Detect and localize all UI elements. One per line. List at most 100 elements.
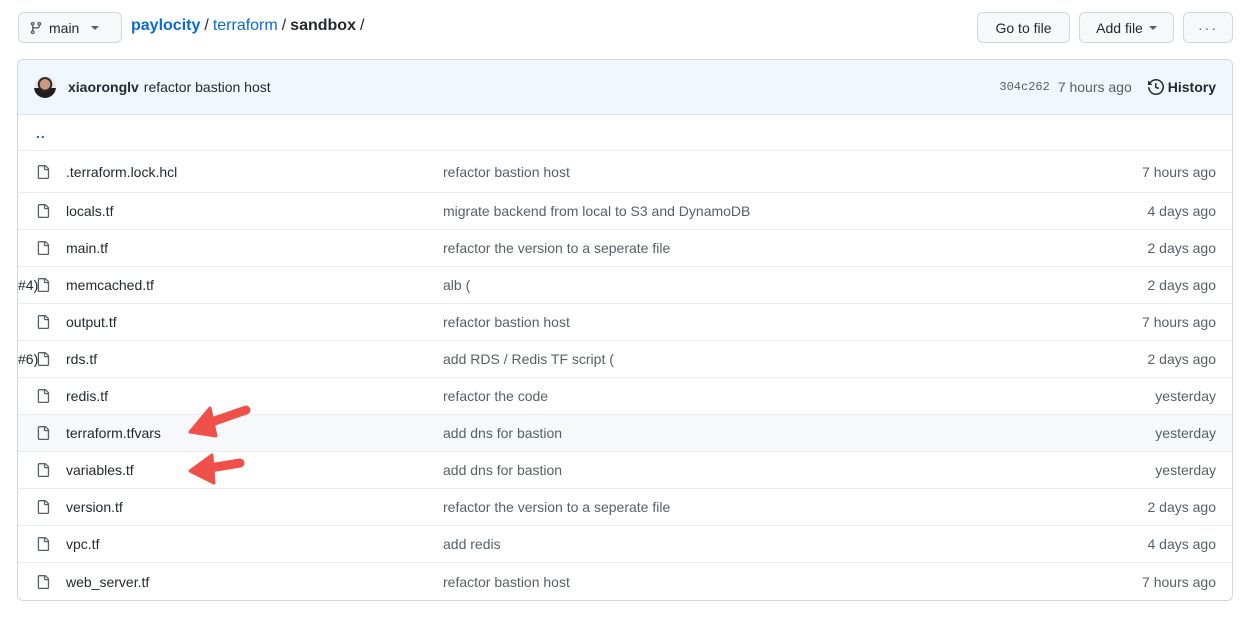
file-commit-date: yesterday xyxy=(1155,462,1216,478)
avatar[interactable] xyxy=(34,76,56,98)
file-icon xyxy=(37,315,50,329)
file-name-link[interactable]: rds.tf xyxy=(66,351,97,367)
file-commit-message-link[interactable]: add dns for bastion xyxy=(443,425,562,441)
file-commit-message-link[interactable]: refactor bastion host xyxy=(443,164,570,180)
file-icon xyxy=(37,537,50,551)
branch-selector[interactable]: main xyxy=(18,12,122,43)
file-commit-message-link[interactable]: refactor bastion host xyxy=(443,574,570,590)
file-name-link[interactable]: .terraform.lock.hcl xyxy=(66,164,177,180)
file-commit-message-link[interactable]: refactor bastion host xyxy=(443,314,570,330)
pull-request-link[interactable]: #6 xyxy=(18,351,34,367)
history-link[interactable]: History xyxy=(1147,79,1216,95)
chevron-down-icon xyxy=(1148,25,1157,30)
repo-toolbar: main paylocity / terraform / sandbox / G… xyxy=(18,12,1233,43)
breadcrumb-repo-link[interactable]: terraform xyxy=(213,17,278,35)
file-commit-message-link[interactable]: alb ( xyxy=(443,277,470,293)
file-icon xyxy=(37,204,50,218)
file-row[interactable]: variables.tf add dns for bastion yesterday xyxy=(18,452,1232,489)
file-icon xyxy=(37,278,50,292)
commit-message-text: refactor the code xyxy=(443,388,549,404)
commit-message-text: refactor the version to a seperate file xyxy=(443,499,671,515)
chevron-down-icon xyxy=(91,25,100,30)
commit-message-link[interactable]: refactor bastion host xyxy=(144,79,271,95)
file-name-link[interactable]: redis.tf xyxy=(66,388,108,404)
file-commit-message-link[interactable]: add redis xyxy=(443,536,501,552)
file-name-link[interactable]: output.tf xyxy=(66,314,117,330)
commit-message-text: migrate backend from local to S3 and Dyn… xyxy=(443,203,751,219)
file-icon xyxy=(37,463,50,477)
file-row[interactable]: rds.tf add RDS / Redis TF script (#6) 2 da… xyxy=(18,341,1232,378)
file-icon xyxy=(37,389,50,403)
file-row[interactable]: redis.tf refactor the code yesterday xyxy=(18,378,1232,415)
add-file-label: Add file xyxy=(1096,19,1143,36)
commit-message-text: add RDS / Redis TF script ( xyxy=(443,351,614,367)
file-name-link[interactable]: variables.tf xyxy=(66,462,134,478)
history-icon xyxy=(1147,79,1164,95)
breadcrumb-separator: / xyxy=(204,17,209,34)
more-options-button[interactable]: ··· xyxy=(1183,12,1233,43)
file-commit-message-link[interactable]: add dns for bastion xyxy=(443,462,562,478)
commit-sha-link[interactable]: 304c262 xyxy=(999,80,1049,94)
file-icon xyxy=(37,500,50,514)
file-row[interactable]: locals.tf migrate backend from local to S… xyxy=(18,193,1232,230)
commit-message-text: refactor bastion host xyxy=(443,573,570,590)
add-file-button[interactable]: Add file xyxy=(1079,12,1174,43)
history-label: History xyxy=(1167,79,1216,95)
file-commit-message-link[interactable]: refactor the version to a seperate file xyxy=(443,499,670,515)
file-commit-message-link[interactable]: migrate backend from local to S3 and Dyn… xyxy=(443,203,750,219)
file-list: .terraform.lock.hcl refactor bastion host… xyxy=(18,151,1232,600)
file-name-link[interactable]: terraform.tfvars xyxy=(66,425,161,441)
branch-name: main xyxy=(49,19,80,36)
file-commit-date: 7 hours ago xyxy=(1142,573,1216,590)
file-name-link[interactable]: memcached.tf xyxy=(66,277,154,293)
file-row[interactable]: .terraform.lock.hcl refactor bastion host… xyxy=(18,151,1232,193)
file-row[interactable]: main.tf refactor the version to a seperat… xyxy=(18,230,1232,267)
breadcrumb-separator: / xyxy=(359,17,365,34)
file-name-link[interactable]: web_server.tf xyxy=(66,574,149,590)
commit-author-link[interactable]: xiaoronglv xyxy=(68,79,139,95)
commit-message-text: add dns for bastion xyxy=(443,425,563,441)
commit-meta: 304c262 7 hours ago History xyxy=(999,79,1216,95)
file-row[interactable]: output.tf refactor bastion host 7 hours ag… xyxy=(18,304,1232,341)
commit-message-text: refactor bastion host xyxy=(443,163,570,180)
file-row[interactable]: version.tf refactor the version to a sepe… xyxy=(18,489,1232,526)
commit-message-text: refactor bastion host xyxy=(443,314,570,330)
git-branch-icon xyxy=(30,21,42,34)
breadcrumb-separator: / xyxy=(281,17,287,34)
file-row[interactable]: vpc.tf add redis 4 days ago xyxy=(18,526,1232,563)
go-to-file-button[interactable]: Go to file xyxy=(977,12,1070,43)
file-commit-date: yesterday xyxy=(1155,425,1216,441)
file-commit-message-link[interactable]: add RDS / Redis TF script ( xyxy=(443,351,614,367)
commit-message-text: add redis xyxy=(443,536,501,552)
breadcrumb: paylocity / terraform / sandbox / xyxy=(131,17,364,35)
breadcrumb-current-folder: sandbox xyxy=(290,17,356,34)
parent-directory-row[interactable]: .. xyxy=(18,115,1232,151)
file-commit-date: 7 hours ago xyxy=(1142,314,1216,330)
file-icon xyxy=(37,574,50,589)
file-row[interactable]: terraform.tfvars add dns for bastion yeste… xyxy=(18,415,1232,452)
file-commit-date: 4 days ago xyxy=(1147,536,1217,552)
file-row[interactable]: memcached.tf alb (#4) 2 days ago xyxy=(18,267,1232,304)
file-commit-date: 7 hours ago xyxy=(1142,163,1216,180)
commit-message-text: alb ( xyxy=(443,277,471,293)
file-name-link[interactable]: main.tf xyxy=(66,240,108,256)
file-commit-message-link[interactable]: refactor the version to a seperate file xyxy=(443,240,670,256)
file-icon xyxy=(37,164,50,179)
breadcrumb-owner-link[interactable]: paylocity xyxy=(131,17,200,35)
file-name-link[interactable]: vpc.tf xyxy=(66,536,99,552)
parent-directory-link[interactable]: .. xyxy=(36,125,46,141)
file-name-link[interactable]: locals.tf xyxy=(66,203,113,219)
commit-message-text: refactor the version to a seperate file xyxy=(443,240,671,256)
pull-request-link[interactable]: #4 xyxy=(18,277,34,293)
file-name-link[interactable]: version.tf xyxy=(66,499,123,515)
file-commit-date: 4 days ago xyxy=(1147,203,1217,219)
file-row[interactable]: web_server.tf refactor bastion host 7 hour… xyxy=(18,563,1232,600)
file-commit-message-link[interactable]: refactor the code xyxy=(443,388,548,404)
commit-message-text: add dns for bastion xyxy=(443,462,563,478)
file-commit-date: yesterday xyxy=(1155,388,1216,404)
file-icon xyxy=(37,352,50,366)
file-icon xyxy=(37,426,50,440)
file-commit-date: 2 days ago xyxy=(1147,499,1217,515)
file-icon xyxy=(37,241,50,255)
latest-commit-bar: xiaoronglv refactor bastion host 304c262… xyxy=(18,60,1232,115)
